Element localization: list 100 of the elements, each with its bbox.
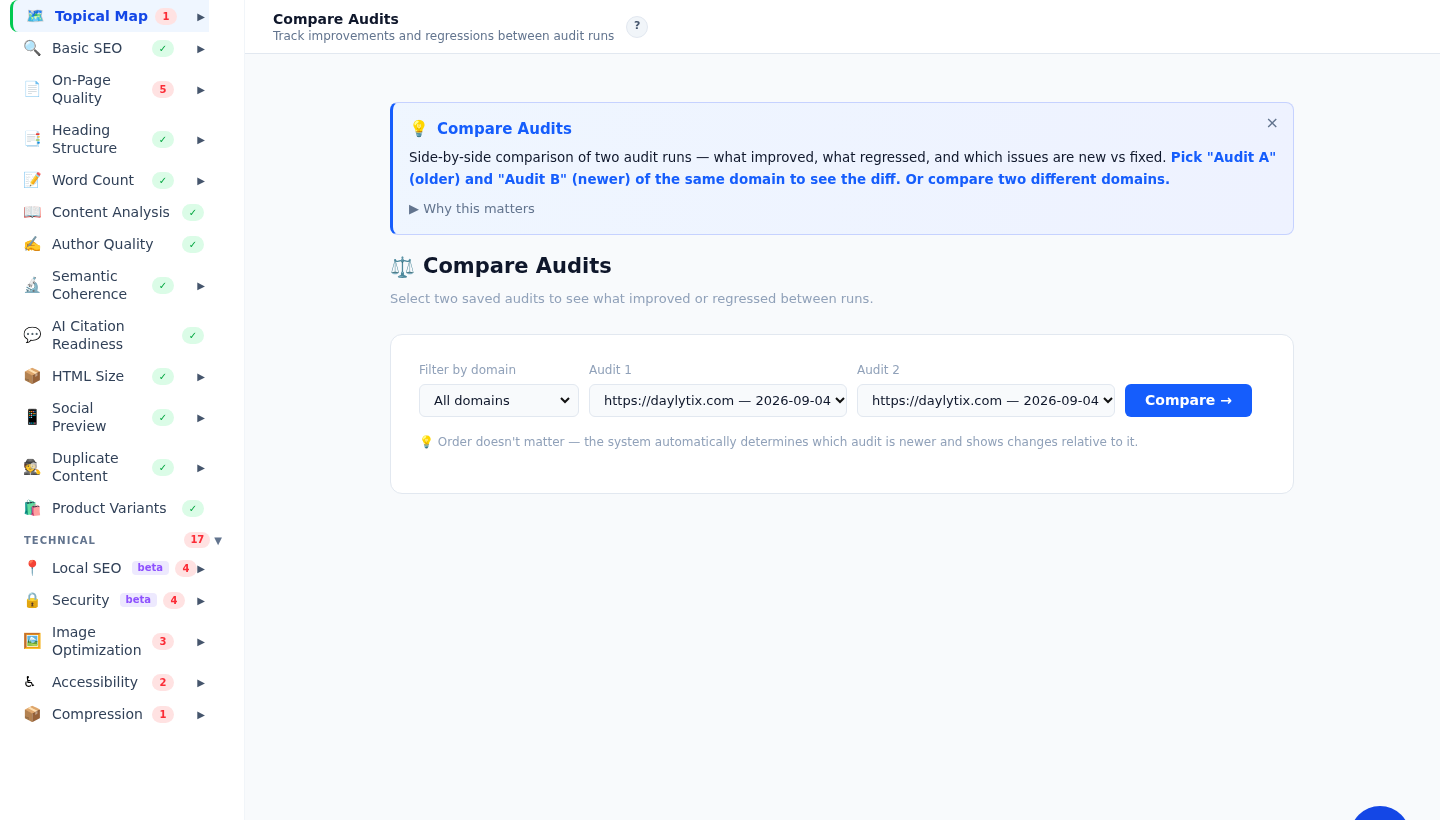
item-label: Image Optimization [52, 623, 143, 659]
page-title: Compare Audits [273, 9, 400, 28]
count-badge: 4 [174, 559, 197, 577]
expand-arrow[interactable]: ▶ [197, 409, 205, 425]
item-icon: ✍ [23, 236, 52, 252]
item-label: Basic SEO [52, 39, 124, 57]
expand-arrow[interactable]: ▶ [197, 40, 205, 56]
select-value: All domains [434, 391, 510, 410]
item-label: Semantic Coherence [52, 267, 129, 303]
select-value: https://daylytix.com — 2026-09-04 [604, 391, 831, 410]
item-icon: 📝 [23, 172, 52, 188]
status-badge: ✓ [152, 367, 174, 385]
lightbulb-icon: 💡 [409, 117, 429, 141]
expand-arrow[interactable]: ▶ [197, 459, 205, 475]
status-badge: ✓ [152, 171, 174, 189]
beta-tag: beta [131, 561, 169, 575]
expand-arrow[interactable]: ▶ [197, 560, 205, 576]
item-label: On-Page Quality [52, 71, 112, 107]
item-icon: 🕵 [23, 459, 52, 475]
item-label: AI Citation Readiness [52, 317, 126, 353]
chevron-down-icon [1102, 397, 1113, 404]
item-icon: 📱 [23, 409, 52, 425]
expand-arrow[interactable]: ▶ [197, 8, 205, 24]
count-badge: 5 [152, 80, 174, 98]
item-icon: 🖼 [23, 633, 52, 649]
close-button[interactable]: × [1265, 115, 1279, 131]
sidebar-item[interactable]: 📝 Word Count ✓ ▶ [10, 164, 209, 196]
item-icon: 📍 [23, 560, 52, 576]
count-badge: 3 [152, 632, 174, 650]
item-label: Local SEO [52, 559, 122, 577]
status-badge: ✓ [182, 203, 204, 221]
count-badge: 1 [155, 7, 177, 25]
sidebar-item[interactable]: 🔒 Security beta 4 ▶ [10, 584, 209, 616]
item-icon: 💬 [23, 327, 52, 343]
count-badge: 17 [184, 532, 211, 548]
expand-arrow[interactable]: ▶ [197, 81, 205, 97]
status-badge: ✓ [152, 276, 174, 294]
sidebar-item[interactable]: 📍 Local SEO beta 4 ▶ [10, 552, 209, 584]
sidebar-item[interactable]: 🗺 Topical Map 1 ▶ [10, 0, 209, 32]
expand-arrow[interactable]: ▶ [197, 172, 205, 188]
hint-text: 💡 Order doesn't matter — the system automatically determines which audit is newer and shows changes relative to it. [419, 434, 1140, 451]
item-icon: 🔒 [23, 592, 52, 608]
expand-arrow[interactable]: ▶ [197, 674, 205, 690]
expand-arrow[interactable]: ▶ [197, 368, 205, 384]
status-badge: ✓ [182, 326, 204, 344]
field-label: Filter by domain [419, 362, 517, 379]
status-badge: ✓ [152, 458, 174, 476]
item-icon: 🔬 [23, 277, 52, 293]
sidebar-item[interactable]: 🔍 Basic SEO ✓ ▶ [10, 32, 209, 64]
item-label: Word Count [52, 171, 135, 189]
expand-arrow[interactable]: ▶ [197, 706, 205, 722]
sidebar-item[interactable]: 📦 HTML Size ✓ ▶ [10, 360, 209, 392]
sidebar-item[interactable]: 📦 Compression 1 ▶ [10, 698, 209, 730]
help-button[interactable]: ? [626, 15, 649, 38]
item-label: Accessibility [52, 673, 140, 691]
item-icon: 📖 [23, 204, 52, 220]
item-icon: 📑 [23, 131, 52, 147]
item-icon: 📦 [23, 706, 52, 722]
select-field[interactable]: https://daylytix.com — 2026-09-04 [857, 384, 1115, 417]
chevron-down-icon [834, 397, 845, 404]
section-description: Select two saved audits to see what improved or regressed between runs. [390, 289, 875, 308]
status-badge: ✓ [152, 39, 174, 57]
status-badge: ✓ [182, 499, 204, 517]
sidebar-item[interactable]: ♿ Accessibility 2 ▶ [10, 666, 209, 698]
count-badge: 4 [162, 591, 185, 609]
expand-arrow[interactable]: ▶ [197, 592, 205, 608]
item-icon: ♿ [23, 674, 52, 690]
item-icon: 📄 [23, 81, 52, 97]
chevron-down-icon [560, 397, 570, 404]
details-toggle[interactable]: ▶ Why this matters [409, 199, 535, 219]
select-field[interactable]: All domains [419, 384, 579, 417]
item-label: Product Variants [52, 499, 168, 517]
item-label: Compression [52, 705, 144, 723]
expand-arrow[interactable]: ▶ [197, 131, 205, 147]
count-badge: 2 [152, 673, 174, 691]
collapse-arrow[interactable]: ▼ [214, 532, 222, 548]
expand-arrow[interactable]: ▶ [197, 633, 205, 649]
compare-button[interactable]: Compare → [1125, 384, 1252, 417]
section-heading: Compare Audits [423, 253, 612, 280]
item-icon: 🗺 [26, 8, 55, 24]
item-icon: 🔍 [23, 40, 52, 56]
count-badge: 1 [152, 705, 174, 723]
sidebar-item[interactable]: ✍ Author Quality ✓ [10, 228, 209, 260]
item-label: Security [52, 591, 110, 609]
page-subtitle: Track improvements and regressions between audit runs [273, 27, 615, 44]
sidebar-item[interactable]: 🛍 Product Variants ✓ [10, 492, 209, 524]
item-label: Topical Map [55, 7, 149, 25]
banner-title: Compare Audits [437, 118, 572, 140]
item-label: Heading Structure [52, 121, 119, 157]
expand-arrow[interactable]: ▶ [197, 277, 205, 293]
item-label: Author Quality [52, 235, 155, 253]
sidebar-item[interactable]: 📖 Content Analysis ✓ [10, 196, 209, 228]
field-label: Audit 2 [857, 362, 901, 379]
field-label: Audit 1 [589, 362, 633, 379]
item-label: HTML Size [52, 367, 126, 385]
section-title: TECHNICAL [24, 533, 97, 548]
select-value: https://daylytix.com — 2026-09-04 [872, 391, 1099, 410]
banner-text: Side-by-side comparison of two audit runs — what improved, what regressed, and which issues are new vs fixed. Pick "Audit A" (older) and "Audit B" (newer) of the same domain to see the diff. Or compare two different domains. [409, 149, 1278, 189]
item-label: Duplicate Content [52, 449, 120, 485]
select-field[interactable]: https://daylytix.com — 2026-09-04 [589, 384, 847, 417]
